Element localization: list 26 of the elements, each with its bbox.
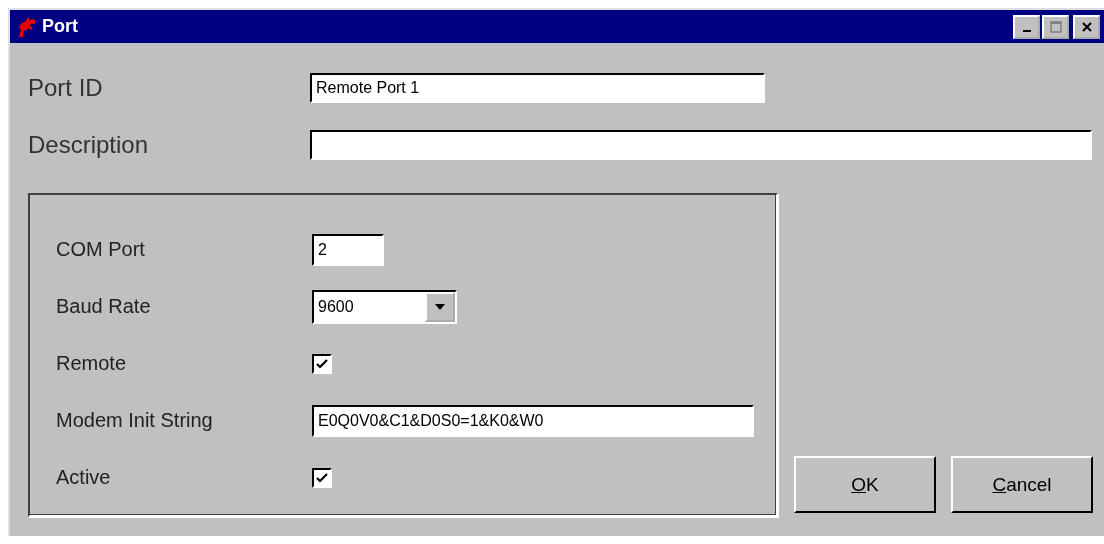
window-title: Port	[42, 16, 79, 37]
input-field[interactable]: E0Q0V0&C1&D0S0=1&K0&W0	[312, 404, 754, 437]
field-label: Port ID	[28, 73, 104, 102]
field-label: Description	[28, 130, 150, 159]
dropdown[interactable]: 9600	[312, 289, 457, 324]
caret-icon	[435, 303, 445, 310]
close-button[interactable]	[1073, 14, 1100, 39]
field-label: Active	[56, 466, 112, 489]
checkmark-icon	[316, 471, 328, 484]
field-label: Modem Init String	[56, 409, 214, 432]
field-label: Baud Rate	[56, 295, 152, 318]
checkbox[interactable]	[312, 467, 332, 488]
dialog-button[interactable]: Cancel	[951, 456, 1093, 513]
checkbox[interactable]	[312, 353, 332, 374]
input-field[interactable]: 2	[312, 233, 384, 266]
close-icon	[1080, 20, 1093, 33]
input-field[interactable]	[310, 129, 1092, 160]
input-field[interactable]: Remote Port 1	[310, 72, 765, 103]
dialog-button[interactable]: OK	[794, 456, 936, 513]
field-label: COM Port	[56, 238, 146, 261]
checkmark-icon	[316, 357, 328, 370]
maximize-button[interactable]	[1042, 14, 1069, 39]
maximize-icon	[1049, 20, 1062, 33]
minimize-icon	[1022, 29, 1031, 32]
minimize-button[interactable]	[1013, 14, 1040, 39]
field-label: Remote	[56, 352, 128, 375]
